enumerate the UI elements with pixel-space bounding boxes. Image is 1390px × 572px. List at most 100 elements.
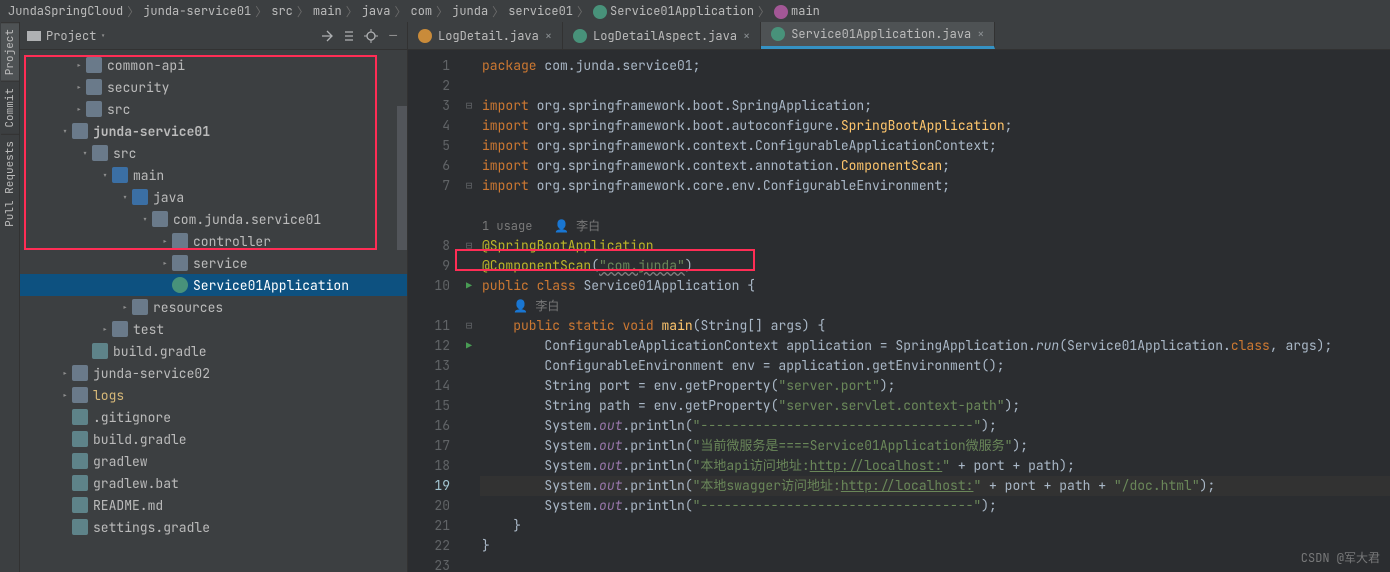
file-icon (771, 27, 785, 41)
project-label: Project (46, 28, 96, 44)
project-sidebar: Project ▾ — ▸common-api▸security▸src▾jun… (20, 22, 408, 572)
project-view-title[interactable]: Project ▾ (26, 28, 106, 44)
editor-area: LogDetail.java×LogDetailAspect.java×Serv… (408, 22, 1390, 572)
file-icon (72, 519, 88, 535)
tree-node[interactable]: ▾com.junda.service01 (20, 208, 407, 230)
line-numbers: 1234567 8910 11121314151617181920212223 (408, 50, 458, 572)
tab-label: LogDetail.java (438, 28, 539, 44)
tree-label: logs (93, 387, 124, 404)
file-icon (172, 255, 188, 271)
code-line[interactable]: import org.springframework.boot.autoconf… (480, 116, 1390, 136)
code-line[interactable]: } (480, 516, 1390, 536)
close-icon[interactable]: × (545, 28, 552, 44)
editor[interactable]: 1234567 8910 11121314151617181920212223 … (408, 50, 1390, 572)
code-line[interactable]: System.out.println("当前微服务是====Service01A… (480, 436, 1390, 456)
breadcrumb-segment[interactable]: junda-service01 (143, 3, 251, 19)
file-icon (72, 497, 88, 513)
tree-label: controller (193, 233, 271, 250)
tree-node[interactable]: ▾junda-service01 (20, 120, 407, 142)
code-line[interactable]: import org.springframework.context.annot… (480, 156, 1390, 176)
tree-node[interactable]: README.md (20, 494, 407, 516)
gear-icon[interactable] (363, 28, 379, 44)
tree-node[interactable]: gradlew (20, 450, 407, 472)
breadcrumb-segment[interactable]: java (362, 3, 391, 19)
file-icon (72, 409, 88, 425)
code-line[interactable]: } (480, 536, 1390, 556)
tree-node[interactable]: build.gradle (20, 340, 407, 362)
toolwindow-tab-commit[interactable]: Commit (1, 81, 19, 134)
breadcrumb-segment[interactable]: main (313, 3, 342, 19)
tree-node[interactable]: ▸logs (20, 384, 407, 406)
code-line[interactable]: System.out.println("--------------------… (480, 416, 1390, 436)
folder-icon (112, 321, 128, 337)
breadcrumb-segment[interactable]: Service01Application (593, 3, 754, 19)
left-gutter: ProjectCommitPull Requests (0, 22, 20, 572)
code-line[interactable]: System.out.println("--------------------… (480, 496, 1390, 516)
tree-node[interactable]: settings.gradle (20, 516, 407, 538)
toolwindow-tab-project[interactable]: Project (1, 22, 19, 81)
breadcrumb-segment[interactable]: junda (452, 3, 488, 19)
tree-node[interactable]: Service01Application (20, 274, 407, 296)
folder-icon (72, 365, 88, 381)
project-tree[interactable]: ▸common-api▸security▸src▾junda-service01… (20, 50, 407, 572)
folder-icon (86, 101, 102, 117)
tree-label: common-api (107, 57, 185, 74)
code-line[interactable]: import org.springframework.boot.SpringAp… (480, 96, 1390, 116)
tree-node[interactable]: build.gradle (20, 428, 407, 450)
tree-node[interactable]: ▸service (20, 252, 407, 274)
folder-icon (92, 145, 108, 161)
code-line[interactable]: String path = env.getProperty("server.se… (480, 396, 1390, 416)
tree-label: settings.gradle (93, 519, 210, 536)
tree-node[interactable]: ▸resources (20, 296, 407, 318)
expand-all-icon[interactable] (341, 28, 357, 44)
tree-node[interactable]: ▸src (20, 98, 407, 120)
close-icon[interactable]: × (977, 26, 984, 42)
code-line[interactable] (480, 556, 1390, 572)
breadcrumb-segment[interactable]: com (411, 3, 433, 19)
code-line[interactable]: public static void main(String[] args) { (480, 316, 1390, 336)
tree-node[interactable]: ▸security (20, 76, 407, 98)
close-icon[interactable]: × (743, 28, 750, 44)
scrollbar[interactable] (397, 106, 407, 250)
tree-node[interactable]: ▸controller (20, 230, 407, 252)
code-line[interactable]: ConfigurableApplicationContext applicati… (480, 336, 1390, 356)
breadcrumb-segment[interactable]: src (271, 3, 293, 19)
code-line[interactable]: System.out.println("本地swagger访问地址:http:/… (480, 476, 1390, 496)
tree-node[interactable]: ▸junda-service02 (20, 362, 407, 384)
editor-tab[interactable]: LogDetailAspect.java× (563, 22, 761, 49)
breadcrumb-segment[interactable]: JundaSpringCloud (8, 3, 123, 19)
tree-label: src (113, 145, 136, 162)
select-opened-file-icon[interactable] (319, 28, 335, 44)
code-line[interactable]: package com.junda.service01; (480, 56, 1390, 76)
tree-node[interactable]: ▾src (20, 142, 407, 164)
code-line[interactable]: import org.springframework.core.env.Conf… (480, 176, 1390, 196)
file-icon (573, 29, 587, 43)
tree-label: junda-service02 (93, 365, 210, 382)
tree-node[interactable]: ▾main (20, 164, 407, 186)
tree-label: service (193, 255, 248, 272)
code-line[interactable]: @SpringBootApplication (480, 236, 1390, 256)
code-line[interactable] (480, 196, 1390, 216)
code-line[interactable]: String port = env.getProperty("server.po… (480, 376, 1390, 396)
tree-node[interactable]: gradlew.bat (20, 472, 407, 494)
breadcrumb-segment[interactable]: main (774, 3, 820, 19)
tree-node[interactable]: ▾java (20, 186, 407, 208)
folder-icon (132, 189, 148, 205)
editor-tab[interactable]: LogDetail.java × (408, 22, 563, 49)
toolwindow-tab-pull-requests[interactable]: Pull Requests (1, 134, 19, 233)
tree-node[interactable]: .gitignore (20, 406, 407, 428)
code-line[interactable]: public class Service01Application { (480, 276, 1390, 296)
breadcrumb-segment[interactable]: service01 (508, 3, 573, 19)
code-line[interactable] (480, 76, 1390, 96)
tree-node[interactable]: ▸test (20, 318, 407, 340)
file-icon (418, 29, 432, 43)
code-line[interactable]: @ComponentScan("com.junda") (480, 256, 1390, 276)
code-line[interactable]: import org.springframework.context.Confi… (480, 136, 1390, 156)
editor-tab[interactable]: Service01Application.java× (761, 22, 995, 49)
code-area[interactable]: package com.junda.service01; import org.… (480, 50, 1390, 572)
code-line[interactable]: ConfigurableEnvironment env = applicatio… (480, 356, 1390, 376)
fold-column[interactable]: ⊟⊟⊟▶⊟▶ (458, 50, 480, 572)
tree-node[interactable]: ▸common-api (20, 54, 407, 76)
class-icon (172, 277, 188, 293)
code-line[interactable]: System.out.println("本地api访问地址:http://loc… (480, 456, 1390, 476)
